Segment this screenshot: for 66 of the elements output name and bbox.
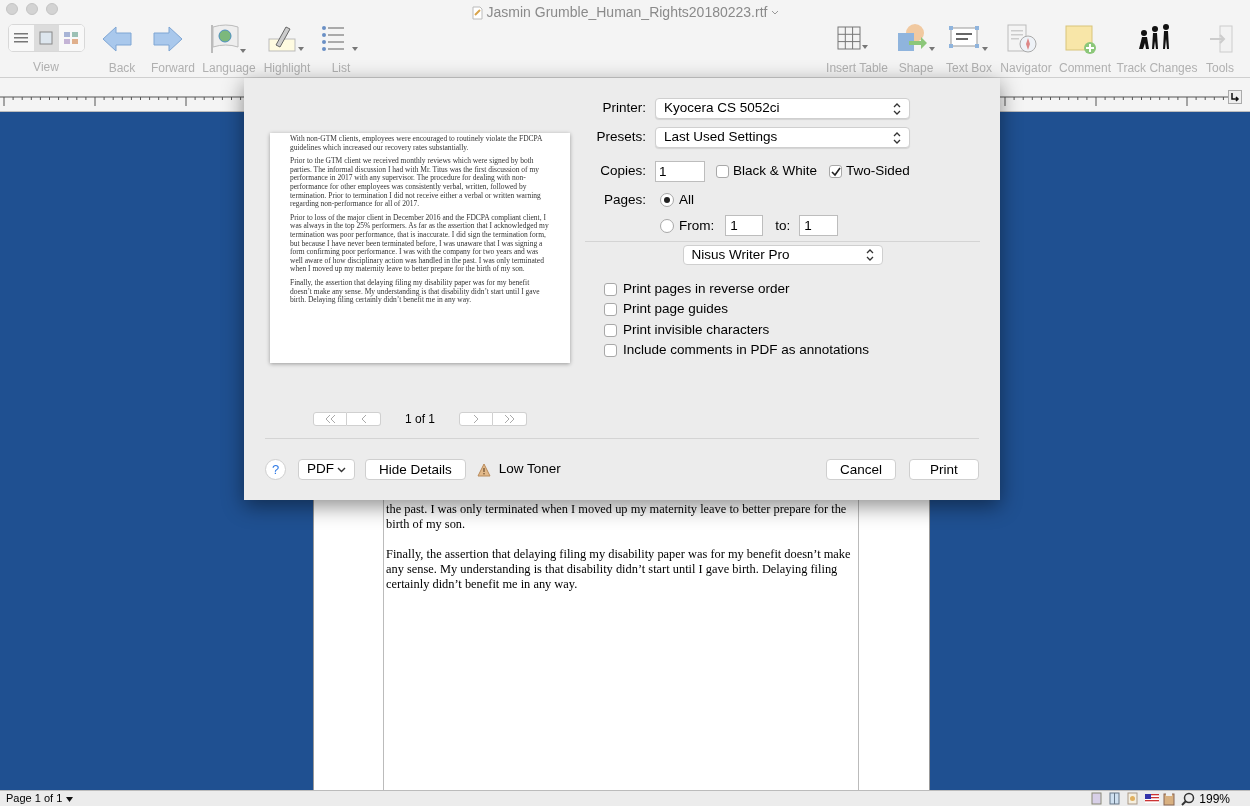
checkbox-label[interactable]: Print page guides (623, 299, 729, 320)
up-down-chevron-icon (893, 102, 901, 115)
zoom-icon (1181, 791, 1196, 806)
field-label: Presets: (595, 128, 646, 147)
checkbox[interactable] (829, 165, 843, 178)
checkbox-label[interactable]: Include comments in PDF as annotations (623, 340, 870, 361)
checkbox-label[interactable]: Print pages in reverse order (623, 278, 790, 300)
window-control-button[interactable] (26, 2, 38, 15)
cancel-button[interactable]: Cancel (826, 459, 896, 480)
dropdown[interactable]: Kyocera CS 5052ci (655, 98, 910, 119)
double-chevron-left-icon (324, 414, 336, 424)
view-switcher[interactable] (7, 24, 85, 52)
checkbox[interactable] (716, 165, 729, 178)
checkbox-label[interactable]: Black & White (733, 161, 818, 182)
page-counter: 1 of 1 (404, 411, 436, 428)
checkbox[interactable] (604, 323, 617, 337)
radio-label[interactable]: From: (679, 215, 715, 236)
page-nav-button[interactable] (313, 412, 347, 426)
pdf-menu-button[interactable]: PDF (298, 459, 355, 480)
help-button[interactable]: ? (265, 459, 286, 480)
warning-text: Low Toner (498, 460, 561, 479)
toolbar-label: View (33, 59, 59, 76)
checkmark-icon (830, 166, 841, 177)
field-label: Printer: (601, 99, 646, 118)
text-lines-icon (12, 30, 30, 46)
page-nav-button[interactable] (493, 412, 527, 426)
from-page-field[interactable]: 1 (725, 215, 764, 237)
radio-label[interactable]: All (679, 190, 694, 211)
field-label: Pages: (602, 191, 646, 209)
copies-field[interactable]: 1 (655, 161, 705, 182)
checkbox[interactable] (604, 303, 617, 316)
checkbox-label[interactable]: Two-Sided (846, 161, 910, 182)
radio-button[interactable] (660, 193, 674, 208)
dropdown[interactable]: Last Used Settings (655, 127, 910, 148)
up-down-chevron-icon (865, 249, 874, 262)
document-icon (470, 5, 483, 20)
field-label: Copies: (599, 162, 646, 181)
print-button[interactable]: Print (909, 459, 979, 480)
checkbox-label[interactable]: Print invisible characters (623, 319, 770, 341)
door-arrow-icon (1207, 23, 1233, 55)
window-control-button[interactable] (6, 2, 18, 15)
to-page-field[interactable]: 1 (799, 215, 839, 237)
warning-icon (476, 462, 491, 477)
us-flag-icon (1145, 791, 1160, 806)
up-down-chevron-icon (893, 131, 901, 144)
tab-stop-icon (1228, 90, 1242, 104)
document-paragraph: the past. I was only terminated when I moved up my maternity leave to better prepare for the birth of my son. (386, 502, 848, 532)
dropdown[interactable]: Nisus Writer Pro (682, 245, 883, 266)
zoom-level[interactable]: 199% (1199, 789, 1230, 806)
field-label: to: (775, 216, 791, 235)
page-indicator[interactable]: Page 1 of 1 (6, 790, 63, 806)
page-nav-button[interactable] (347, 412, 381, 426)
window-control-button[interactable] (46, 2, 58, 15)
window-title: Jasmin Grumble_Human_Rights20180223.rtf (486, 3, 768, 22)
checkbox[interactable] (604, 282, 617, 296)
page-nav-button[interactable] (459, 412, 493, 426)
document-paragraph: Finally, the assertion that delaying filing my disability paper was for my benefit doesn’t make any sense. My understanding is that disability didn’t start until I gave birth. Delaying filing certainly didn’t benefit me in any way. (386, 547, 852, 592)
dropdown-icon (65, 794, 75, 803)
hide-details-button[interactable]: Hide Details (365, 459, 466, 480)
checkbox[interactable] (604, 344, 617, 357)
radio-button[interactable] (660, 218, 674, 233)
chevron-down-icon (337, 466, 346, 473)
chevron-down-icon (771, 9, 780, 16)
double-chevron-right-icon (503, 414, 516, 424)
page-icon (37, 30, 55, 46)
grid-icon (62, 30, 80, 46)
